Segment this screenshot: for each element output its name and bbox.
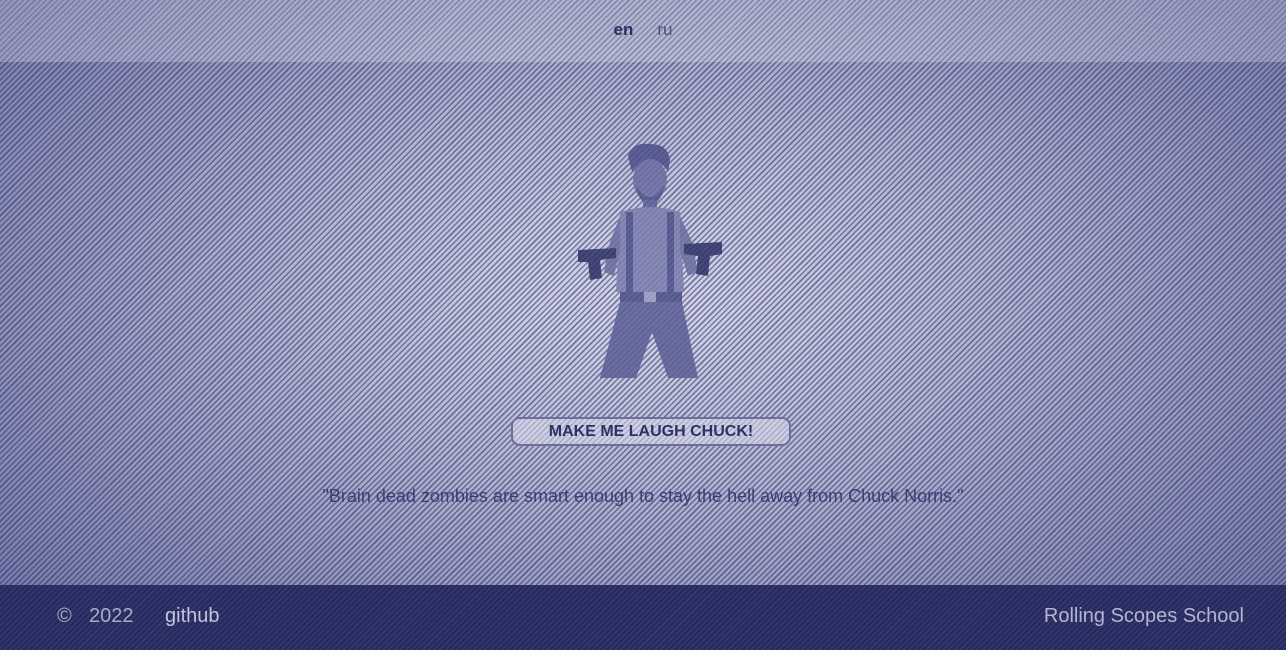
- copyright-icon: ©: [57, 605, 72, 627]
- copyright-year: 2022: [89, 605, 134, 627]
- lang-en-link[interactable]: en: [614, 20, 634, 42]
- github-link[interactable]: github: [165, 605, 220, 628]
- footer: © 2022 github Rolling Scopes School: [0, 585, 1286, 650]
- chuck-norris-image: [578, 143, 722, 378]
- make-me-laugh-button[interactable]: MAKE ME LAUGH CHUCK!: [511, 417, 791, 446]
- joke-quote: "Brain dead zombies are smart enough to …: [322, 486, 964, 506]
- language-switcher: en ru: [0, 0, 1286, 62]
- lang-ru-link[interactable]: ru: [657, 20, 672, 42]
- rolling-scopes-school-link[interactable]: Rolling Scopes School: [1044, 605, 1244, 628]
- main-content: MAKE ME LAUGH CHUCK! "Brain dead zombies…: [0, 62, 1286, 585]
